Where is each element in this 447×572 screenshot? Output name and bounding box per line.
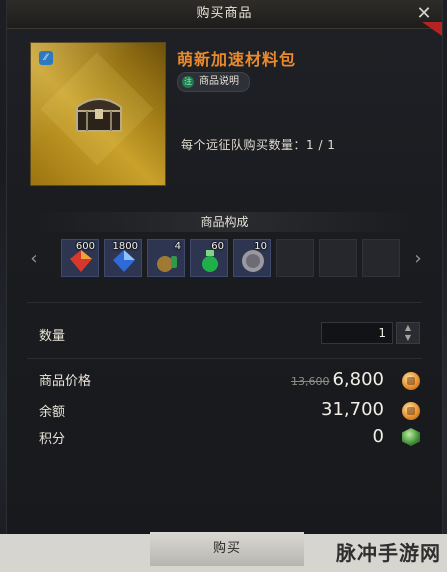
balance-label: 余额 — [39, 405, 66, 420]
quantity-label: 数量 — [39, 329, 66, 344]
price-label: 商品价格 — [39, 374, 92, 389]
current-price: 6,800 — [332, 369, 384, 390]
composition-slot[interactable]: 60 — [190, 239, 228, 277]
currency-coin-icon — [402, 372, 420, 390]
dialog-title: 购买商品 — [7, 0, 442, 29]
composition-slot[interactable]: 4 — [147, 239, 185, 277]
original-price: 13,600 — [291, 375, 330, 388]
item-tag-icon: ⁄⁄ — [39, 51, 53, 65]
balance-value: 31,700 — [321, 399, 384, 420]
quantity-input[interactable]: 1 — [321, 322, 393, 344]
composition-slot-empty — [362, 239, 400, 277]
treasure-chest-icon — [76, 98, 122, 132]
note-icon: 注 — [182, 76, 194, 88]
chevron-left-icon[interactable]: ‹ — [25, 246, 43, 272]
quantity-stepper[interactable]: ▲ ▼ — [396, 322, 420, 344]
corner-ribbon-icon — [422, 22, 442, 36]
watermark: 脉冲手游网 — [336, 541, 441, 565]
point-gem-icon — [402, 428, 420, 446]
item-name: 萌新加速材料包 — [177, 50, 297, 69]
close-button[interactable]: ✕ — [414, 4, 434, 24]
item-description-button[interactable]: 注 商品说明 — [177, 72, 250, 92]
composition-title: 商品构成 — [31, 212, 418, 232]
composition-slot[interactable]: 10 — [233, 239, 271, 277]
divider — [27, 302, 422, 303]
purchase-dialog: 购买商品 ✕ ⁄⁄ 萌新加速材料包 注 商品说明 每个远征队购买数量：1 / 1… — [6, 0, 443, 534]
buy-button[interactable]: 购买 — [150, 532, 304, 566]
item-description-label: 商品说明 — [199, 76, 239, 87]
slot-quantity: 1800 — [112, 241, 138, 252]
slot-quantity: 600 — [75, 241, 95, 252]
composition-slot[interactable]: 600 — [61, 239, 99, 277]
points-label: 积分 — [39, 432, 66, 447]
composition-slot-empty — [319, 239, 357, 277]
divider — [27, 358, 422, 359]
increment-icon[interactable]: ▲ — [397, 323, 419, 333]
points-value: 0 — [372, 426, 384, 447]
item-image: ⁄⁄ — [30, 42, 166, 186]
composition-slot[interactable]: 1800 — [104, 239, 142, 277]
decrement-icon[interactable]: ▼ — [397, 333, 419, 343]
currency-coin-icon — [402, 402, 420, 420]
slot-quantity: 4 — [174, 241, 181, 252]
composition-slot-empty — [276, 239, 314, 277]
slot-quantity: 10 — [254, 241, 267, 252]
purchase-limit: 每个远征队购买数量：1 / 1 — [181, 138, 336, 152]
chevron-right-icon[interactable]: › — [409, 246, 427, 272]
slot-quantity: 60 — [211, 241, 224, 252]
